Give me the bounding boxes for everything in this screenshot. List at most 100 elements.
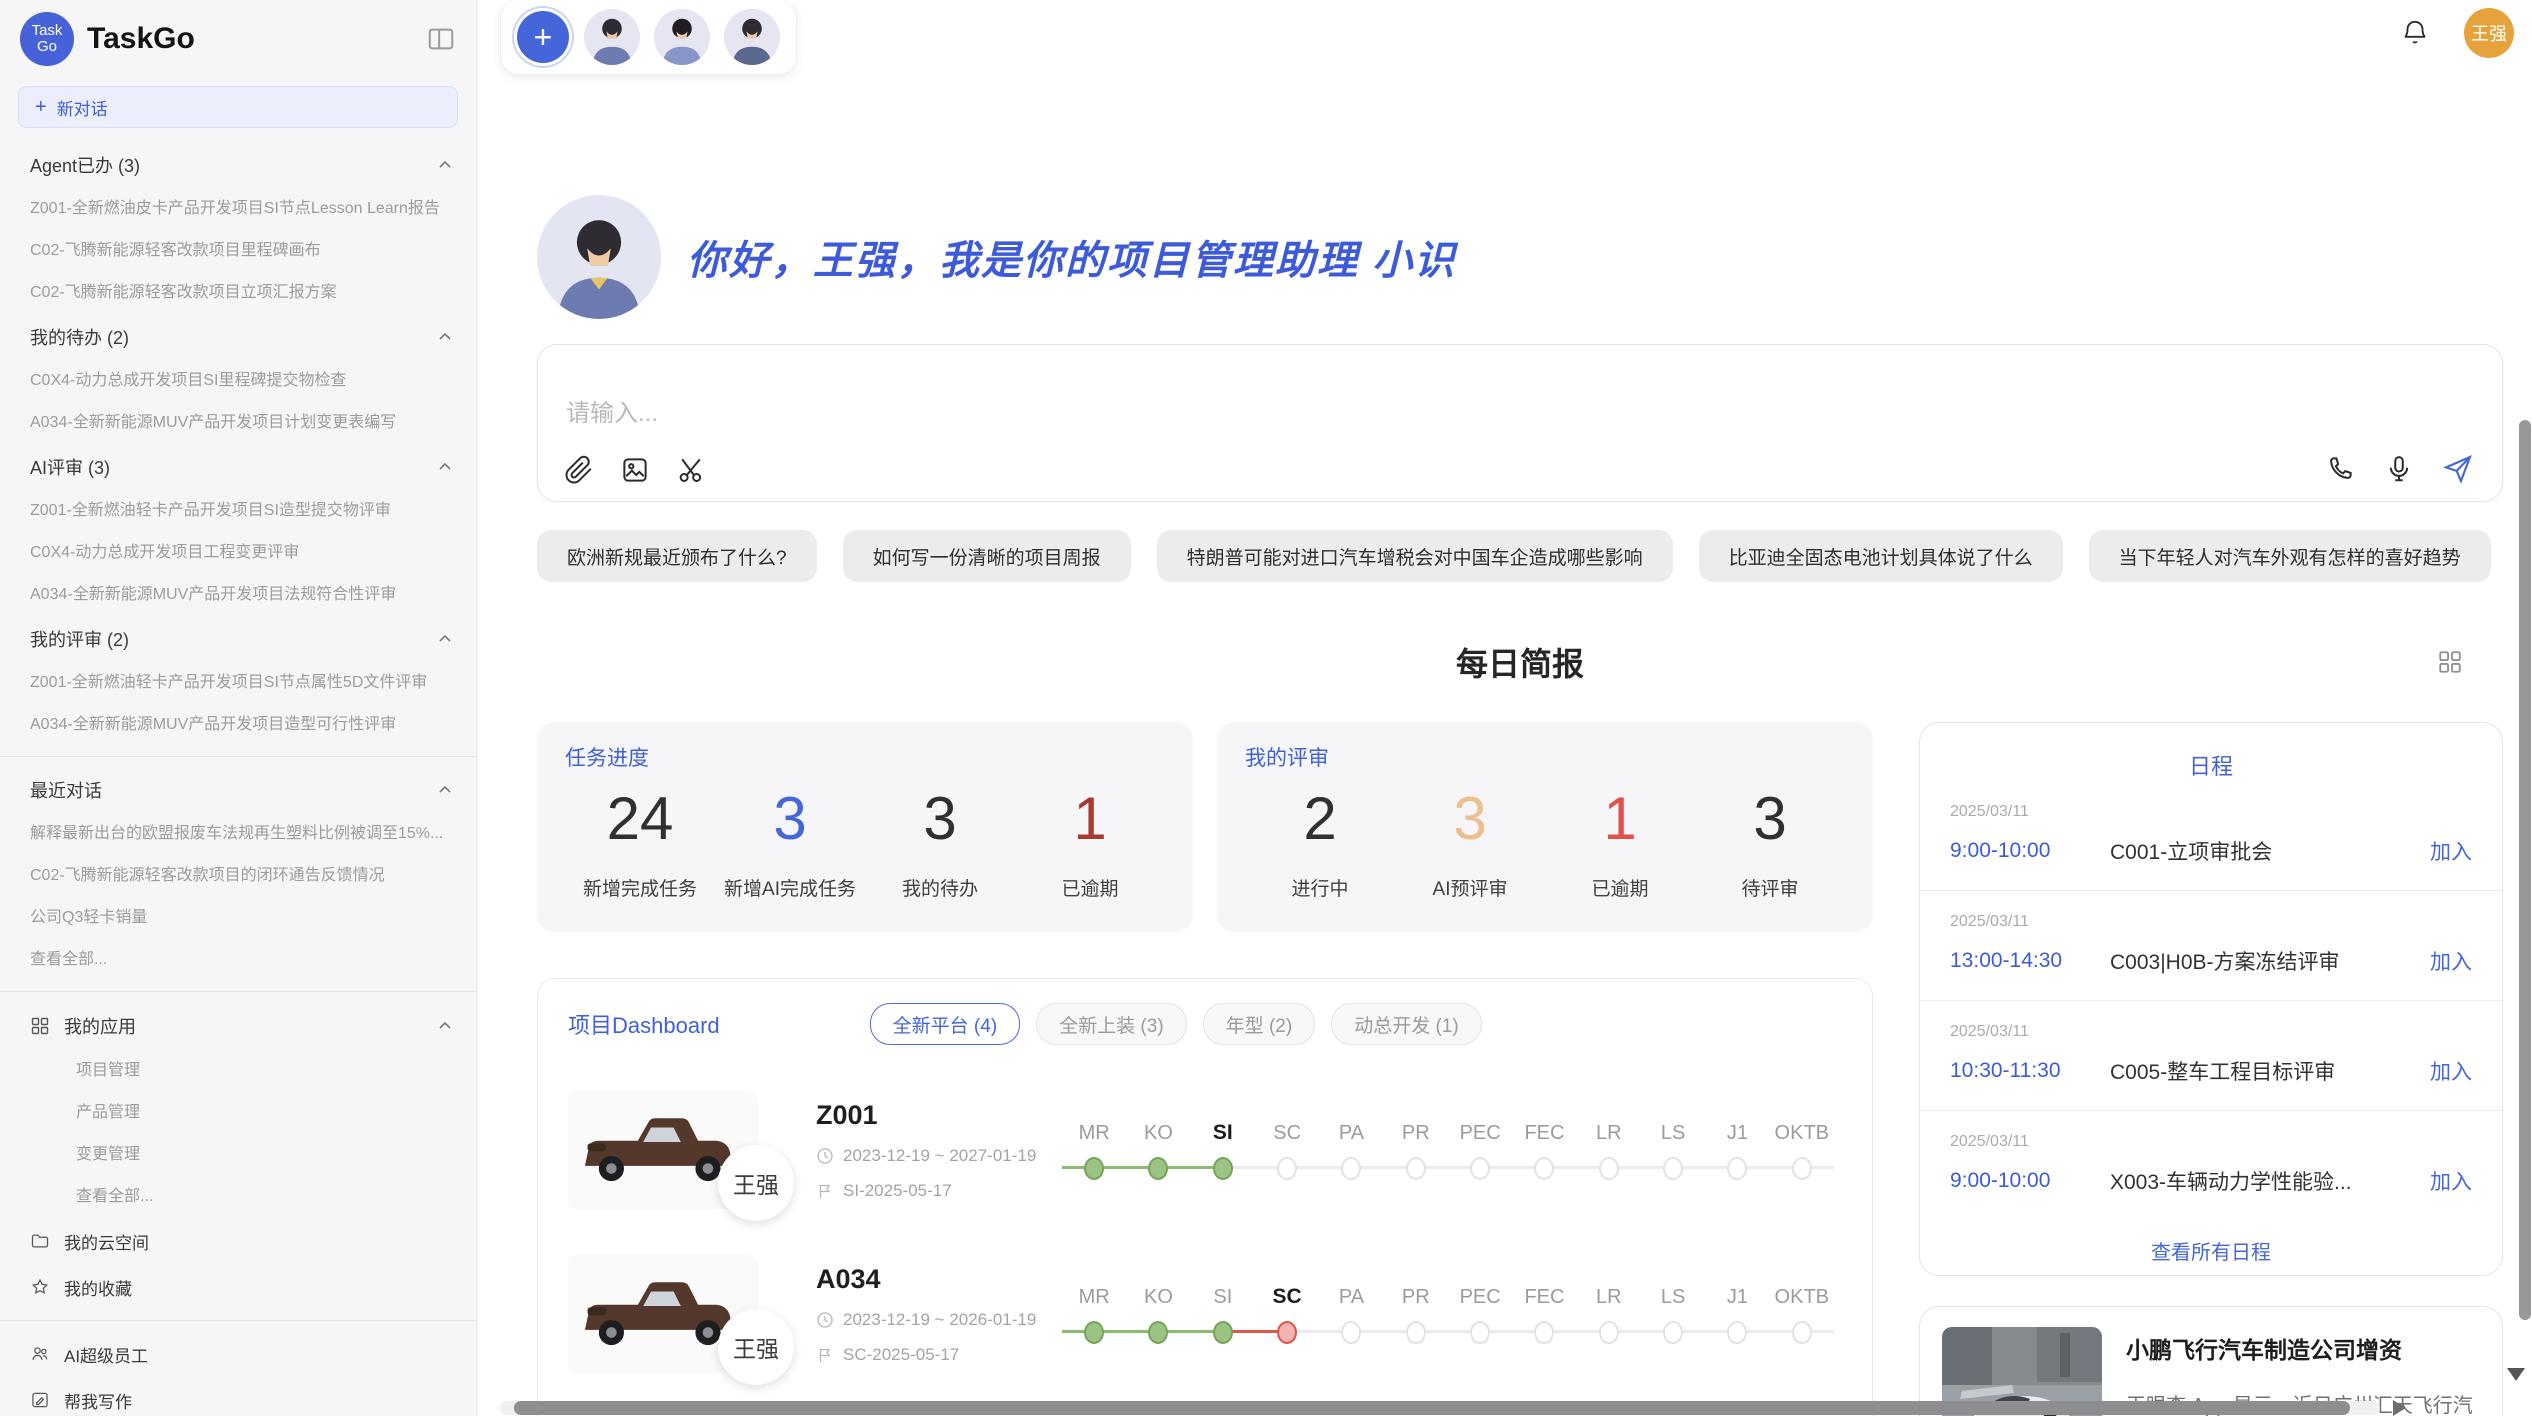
milestone[interactable]: PA (1319, 1118, 1383, 1182)
sidebar-item-我的收藏[interactable]: 我的收藏 (0, 1264, 476, 1310)
sidebar-item-my-apps[interactable]: 我的应用 (0, 1002, 476, 1050)
suggestion-chip[interactable]: 比亚迪全固态电池计划具体说了什么 (1699, 530, 2063, 582)
milestone[interactable]: LS (1641, 1118, 1705, 1182)
new-session-button[interactable]: + (517, 11, 569, 63)
milestone-dot[interactable] (1792, 1321, 1812, 1344)
milestone-dot[interactable] (1341, 1157, 1361, 1180)
join-link[interactable]: 加入 (2430, 1056, 2472, 1086)
chevron-up-icon[interactable] (436, 156, 454, 174)
phone-icon[interactable] (2326, 454, 2356, 484)
horizontal-scrollbar-track[interactable] (500, 1401, 2380, 1415)
filter-pill[interactable]: 年型 (2) (1203, 1003, 1316, 1045)
vertical-scrollbar-thumb[interactable] (2519, 420, 2531, 1320)
milestone-dot[interactable] (1534, 1157, 1554, 1180)
milestone[interactable]: OKTB (1770, 1118, 1834, 1182)
milestone-dot[interactable] (1341, 1321, 1361, 1344)
sidebar-item-帮我写作[interactable]: 帮我写作 (0, 1377, 476, 1416)
suggestion-chip[interactable]: 欧洲新规最近颁布了什么? (537, 530, 817, 582)
sidebar-item[interactable]: C02-飞腾新能源轻客改款项目立项汇报方案 (0, 272, 476, 314)
sidebar-item[interactable]: 公司Q3轻卡销量 (0, 897, 476, 939)
sidebar-item[interactable]: A034-全新新能源MUV产品开发项目法规符合性评审 (0, 574, 476, 616)
session-avatar[interactable] (724, 9, 780, 65)
sidebar-item[interactable]: 查看全部... (0, 939, 476, 981)
milestone-dot[interactable] (1663, 1157, 1683, 1180)
chevron-up-icon[interactable] (436, 630, 454, 648)
join-link[interactable]: 加入 (2430, 836, 2472, 866)
sidebar-item[interactable]: 解释最新出台的欧盟报废车法规再生塑料比例被调至15%... (0, 813, 476, 855)
milestone-dot[interactable] (1470, 1321, 1490, 1344)
sidebar-item-我的云空间[interactable]: 我的云空间 (0, 1218, 476, 1264)
milestone-dot[interactable] (1148, 1157, 1168, 1180)
milestone[interactable]: FEC (1512, 1282, 1576, 1346)
sidebar-section-header[interactable]: 我的评审 (2) (0, 616, 476, 662)
milestone-dot[interactable] (1470, 1157, 1490, 1180)
sidebar-sub-item[interactable]: 变更管理 (0, 1134, 476, 1176)
milestone-dot[interactable] (1277, 1321, 1297, 1344)
sidebar-sub-item[interactable]: 查看全部... (0, 1176, 476, 1218)
milestone[interactable]: MR (1062, 1118, 1126, 1182)
milestone-dot[interactable] (1084, 1157, 1104, 1180)
scroll-right-arrow[interactable] (2393, 1400, 2406, 1416)
horizontal-scrollbar-thumb[interactable] (514, 1401, 2350, 1415)
filter-pill[interactable]: 动总开发 (1) (1331, 1003, 1482, 1045)
milestone[interactable]: KO (1126, 1282, 1190, 1346)
chevron-up-icon[interactable] (436, 458, 454, 476)
milestone[interactable]: J1 (1705, 1118, 1769, 1182)
sidebar-item[interactable]: A034-全新新能源MUV产品开发项目造型可行性评审 (0, 704, 476, 746)
scissors-icon[interactable] (676, 455, 706, 485)
milestone-dot[interactable] (1148, 1321, 1168, 1344)
session-avatar[interactable] (654, 9, 710, 65)
suggestion-chip[interactable]: 如何写一份清晰的项目周报 (843, 530, 1131, 582)
milestone[interactable]: J1 (1705, 1282, 1769, 1346)
sidebar-collapse-icon[interactable] (426, 24, 456, 54)
sidebar-item[interactable]: C0X4-动力总成开发项目SI里程碑提交物检查 (0, 360, 476, 402)
milestone[interactable]: PEC (1448, 1282, 1512, 1346)
milestone-dot[interactable] (1213, 1321, 1233, 1344)
scroll-down-arrow[interactable] (2507, 1368, 2525, 1381)
sidebar-section-header[interactable]: Agent已办 (3) (0, 142, 476, 188)
milestone[interactable]: LS (1641, 1282, 1705, 1346)
milestone[interactable]: SI (1191, 1282, 1255, 1346)
milestone-dot[interactable] (1277, 1157, 1297, 1180)
milestone[interactable]: PR (1384, 1118, 1448, 1182)
milestone-dot[interactable] (1727, 1321, 1747, 1344)
milestone-dot[interactable] (1599, 1321, 1619, 1344)
attachment-icon[interactable] (564, 455, 594, 485)
milestone[interactable]: FEC (1512, 1118, 1576, 1182)
user-avatar[interactable]: 王强 (2464, 8, 2514, 58)
image-icon[interactable] (620, 455, 650, 485)
filter-pill[interactable]: 全新平台 (4) (870, 1003, 1021, 1045)
notification-bell-icon[interactable] (2400, 18, 2430, 48)
view-all-schedule-link[interactable]: 查看所有日程 (1920, 1236, 2502, 1265)
milestone[interactable]: PR (1384, 1282, 1448, 1346)
milestone-dot[interactable] (1406, 1157, 1426, 1180)
milestone[interactable]: KO (1126, 1118, 1190, 1182)
sidebar-item[interactable]: Z001-全新燃油皮卡产品开发项目SI节点Lesson Learn报告 (0, 188, 476, 230)
milestone[interactable]: MR (1062, 1282, 1126, 1346)
suggestion-chip[interactable]: 当下年轻人对汽车外观有怎样的喜好趋势 (2089, 530, 2491, 582)
milestone[interactable]: PA (1319, 1282, 1383, 1346)
sidebar-section-header[interactable]: AI评审 (3) (0, 444, 476, 490)
milestone-dot[interactable] (1663, 1321, 1683, 1344)
milestone[interactable]: LR (1577, 1118, 1641, 1182)
sidebar-item[interactable]: C0X4-动力总成开发项目工程变更评审 (0, 532, 476, 574)
milestone[interactable]: LR (1577, 1282, 1641, 1346)
milestone-dot[interactable] (1599, 1157, 1619, 1180)
sidebar-item[interactable]: C02-飞腾新能源轻客改款项目里程碑画布 (0, 230, 476, 272)
join-link[interactable]: 加入 (2430, 946, 2472, 976)
milestone[interactable]: SI (1191, 1118, 1255, 1182)
sidebar-item-AI超级员工[interactable]: AI超级员工 (0, 1331, 476, 1377)
milestone[interactable]: OKTB (1770, 1282, 1834, 1346)
chat-input-card[interactable] (537, 344, 2503, 502)
suggestion-chip[interactable]: 特朗普可能对进口汽车增税会对中国车企造成哪些影响 (1157, 530, 1673, 582)
chevron-up-icon[interactable] (436, 328, 454, 346)
sidebar-sub-item[interactable]: 产品管理 (0, 1092, 476, 1134)
send-icon[interactable] (2442, 453, 2474, 485)
chevron-up-icon[interactable] (436, 781, 454, 799)
news-card[interactable]: 小鹏飞行汽车制造公司增资 天眼查 App 显示，近日广州汇天飞行汽 (1919, 1306, 2503, 1416)
chevron-up-icon[interactable] (436, 1017, 454, 1035)
milestone[interactable]: PEC (1448, 1118, 1512, 1182)
microphone-icon[interactable] (2384, 454, 2414, 484)
sidebar-item[interactable]: Z001-全新燃油轻卡产品开发项目SI节点属性5D文件评审 (0, 662, 476, 704)
sidebar-item[interactable]: C02-飞腾新能源轻客改款项目的闭环通告反馈情况 (0, 855, 476, 897)
